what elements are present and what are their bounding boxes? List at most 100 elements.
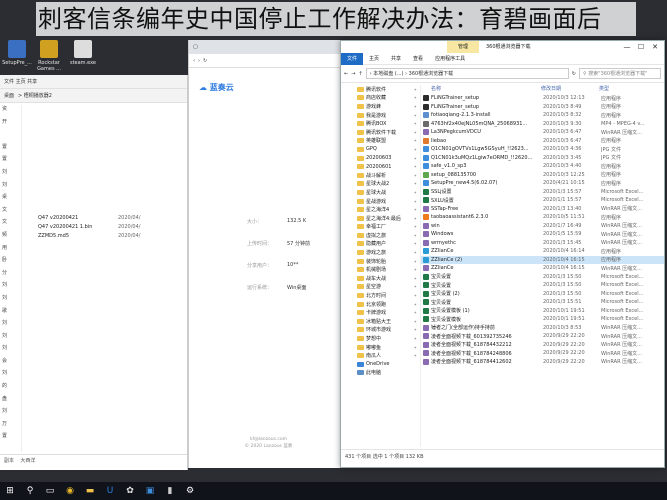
minimize-icon[interactable]: — — [620, 41, 634, 53]
tab-view[interactable]: 查看 — [407, 53, 429, 65]
table-row[interactable]: 宝贝设置 2020/1/3 15:51 Microsoft Excel... — [421, 298, 664, 307]
forward-icon[interactable]: › — [198, 58, 200, 64]
tab-app-tools[interactable]: 应用程序工具 — [429, 53, 471, 65]
nav-item[interactable]: GPQ ✦ — [341, 145, 420, 154]
table-row[interactable]: 4763hf2x40ejNL05mQNA_25068931... 2020/10/… — [421, 120, 664, 129]
table-row[interactable]: 凌者全面视频下载_618784412602 2020/9/29 22:20 WinR… — [421, 358, 664, 367]
search-icon[interactable]: ⚲ — [20, 482, 40, 500]
close-icon[interactable]: ✕ — [648, 41, 662, 53]
start-icon[interactable]: ⊞ — [0, 482, 20, 500]
search-input[interactable]: ⚲ 搜索"360根通浏览器下载" — [579, 68, 661, 79]
table-row[interactable]: 宝贝设置 2020/1/3 15:50 Microsoft Excel... — [421, 273, 664, 282]
column-name[interactable]: 名称 — [421, 85, 541, 93]
left-nav-item[interactable]: 刘 — [0, 332, 21, 345]
desktop-icon-rockstar[interactable]: Rockstar Games ... — [34, 40, 64, 72]
refresh-icon[interactable]: ↻ — [203, 58, 207, 64]
nav-item[interactable]: OneDrive — [341, 360, 420, 369]
left-nav-item[interactable]: 资 — [0, 105, 21, 118]
back-icon[interactable]: ← — [344, 71, 348, 77]
table-row[interactable]: 宝贝设置 2020/1/3 15:50 Microsoft Excel... — [421, 281, 664, 290]
left-nav-item[interactable]: 会 — [0, 357, 21, 370]
left-nav-item[interactable]: 分 — [0, 269, 21, 282]
nav-item[interactable]: 南瓜人 ✦ — [341, 351, 420, 360]
nav-item[interactable]: 机械剧场 ✦ — [341, 265, 420, 274]
nav-item[interactable]: 装饰轮胎 ✦ — [341, 257, 420, 266]
nav-item[interactable]: 商店收藏 ✦ — [341, 94, 420, 103]
left-nav-item[interactable]: 刘 — [0, 407, 21, 420]
nav-item[interactable]: 星球大战 ✦ — [341, 188, 420, 197]
nav-item[interactable]: 隐藏用户 ✦ — [341, 240, 420, 249]
list-item[interactable]: ZZMD5.md5 2020/04/ — [38, 231, 188, 240]
terminal-icon[interactable]: ▮ — [160, 482, 180, 500]
nav-item[interactable]: 北方时间 ✦ — [341, 291, 420, 300]
list-item[interactable]: Q47 v20200421 1.bin 2020/04/ — [38, 222, 188, 231]
left-breadcrumb-path[interactable]: > 梧桐播放器2 — [18, 92, 52, 99]
table-row[interactable]: ZZlianCe (2) 2020/10/4 16:15 应用程序 — [421, 255, 664, 264]
tab-home[interactable]: 主页 — [363, 53, 385, 65]
tab-file[interactable]: 文件 — [341, 52, 364, 65]
nav-item[interactable]: 我是游戏 ✦ — [341, 111, 420, 120]
nav-item[interactable]: 星战游戏 ✦ — [341, 197, 420, 206]
refresh-icon[interactable]: ↻ — [572, 71, 576, 77]
left-breadcrumb-desktop[interactable]: 桌面 — [4, 92, 14, 99]
left-nav-item[interactable]: 频 — [0, 231, 21, 244]
nav-item[interactable]: 北京领跑 ✦ — [341, 300, 420, 309]
table-row[interactable]: ZZlianCe 2020/10/4 16:15 WinRAR 压缩文... — [421, 264, 664, 273]
desktop-icon-steam[interactable]: steam.exe — [68, 40, 98, 66]
nav-item[interactable]: 20200603 ✦ — [341, 154, 420, 163]
nav-item[interactable]: 环城市游戏 ✦ — [341, 326, 420, 335]
settings-icon[interactable]: ⚙ — [180, 482, 200, 500]
nav-item[interactable]: 此电脑 — [341, 369, 420, 378]
left-nav-item[interactable]: 刘 — [0, 294, 21, 307]
left-nav-item[interactable]: 刘 — [0, 168, 21, 181]
table-row[interactable]: setup_088135700 2020/10/3 12:25 应用程序 — [421, 171, 664, 180]
browser-address-bar[interactable]: ‹ › ↻ — [189, 54, 348, 68]
left-nav-item[interactable]: 置 — [0, 155, 21, 168]
list-item[interactable]: Q47 v20200421 2020/04/ — [38, 213, 188, 222]
nav-item[interactable]: 卡牌游戏 ✦ — [341, 308, 420, 317]
left-toolbar-tabs[interactable]: 文件 主页 共享 — [4, 78, 37, 85]
table-row[interactable]: 凌者全面视频下载_618784432212 2020/9/29 22:20 WinR… — [421, 341, 664, 350]
left-nav-item[interactable]: 刘 — [0, 369, 21, 382]
table-row[interactable]: 宝贝设置模板 2020/10/1 19:51 Microsoft Excel... — [421, 315, 664, 324]
nav-item[interactable]: 星空游 ✦ — [341, 283, 420, 292]
left-nav-item[interactable]: 桌 — [0, 193, 21, 206]
tab-share[interactable]: 共享 — [385, 53, 407, 65]
table-row[interactable]: La3NPegkcumVDCU 2020/10/3 6:47 WinRAR 压缩文.… — [421, 128, 664, 137]
left-nav-item[interactable]: 置 — [0, 432, 21, 445]
taskview-icon[interactable]: ▭ — [40, 482, 60, 500]
nav-item[interactable]: 幸福工厂 ✦ — [341, 223, 420, 232]
left-nav-item[interactable]: 万 — [0, 420, 21, 433]
nav-item[interactable]: 梦想中 ✦ — [341, 334, 420, 343]
left-nav-item[interactable]: 刘 — [0, 319, 21, 332]
table-row[interactable]: safe_v1.0_sp3 2020/10/3 4:40 应用程序 — [421, 162, 664, 171]
nav-item[interactable]: 腾讯软件下载 ✦ — [341, 128, 420, 137]
nav-item[interactable]: 星之海洋4:最后 ✦ — [341, 214, 420, 223]
nav-item[interactable]: 游戏蜂 ✦ — [341, 102, 420, 111]
left-nav-item[interactable]: 卧 — [0, 256, 21, 269]
nav-item[interactable]: 20200601 ✦ — [341, 162, 420, 171]
left-nav-item[interactable]: 开 — [0, 118, 21, 131]
table-row[interactable]: fotiaoqiang-2.1.3-install 2020/10/3 8:32 应… — [421, 111, 664, 120]
app2-icon[interactable]: ▣ — [140, 482, 160, 500]
table-row[interactable]: Q1CN01k3uMQz1Lgiw7eORMD_!!2620... 2020/10… — [421, 154, 664, 163]
table-row[interactable]: SSTap-Free 2020/1/3 13:40 WinRAR 压缩文... — [421, 205, 664, 214]
table-row[interactable]: win 2020/1/7 16:49 WinRAR 压缩文... — [421, 222, 664, 231]
left-nav-item[interactable] — [0, 130, 21, 143]
nav-item[interactable]: 冰箱贴大王 ✦ — [341, 317, 420, 326]
back-icon[interactable]: ‹ — [193, 58, 195, 64]
table-row[interactable]: SetupPre_new4.5(6.02.07) 2020/4/21 10:15 应… — [421, 179, 664, 188]
nav-item[interactable]: 游戏之旅 ✦ — [341, 248, 420, 257]
nav-item[interactable]: 星球大战2 ✦ — [341, 180, 420, 189]
table-row[interactable]: 宝贝设置 (2) 2020/1/3 15:50 Microsoft Excel... — [421, 290, 664, 299]
nav-item[interactable]: 腾讯软件 ✦ — [341, 85, 420, 94]
left-nav-item[interactable]: 歌 — [0, 307, 21, 320]
table-row[interactable]: SSLj设置 2020/1/3 15:57 Microsoft Excel... — [421, 188, 664, 197]
column-date[interactable]: 修改日期 — [541, 85, 599, 93]
table-row[interactable]: taobaoassistant6.2.3.0 2020/10/5 11:51 应用程… — [421, 213, 664, 222]
left-nav-item[interactable]: 文 — [0, 218, 21, 231]
chrome-icon[interactable]: ◉ — [60, 482, 80, 500]
table-row[interactable]: liebao 2020/10/3 6:47 应用程序 — [421, 137, 664, 146]
explorer-icon[interactable]: ▬ — [80, 482, 100, 500]
table-row[interactable]: Q1CN01gOVTVs1Lgw5GSyuH_!!2623... 2020/10/… — [421, 145, 664, 154]
